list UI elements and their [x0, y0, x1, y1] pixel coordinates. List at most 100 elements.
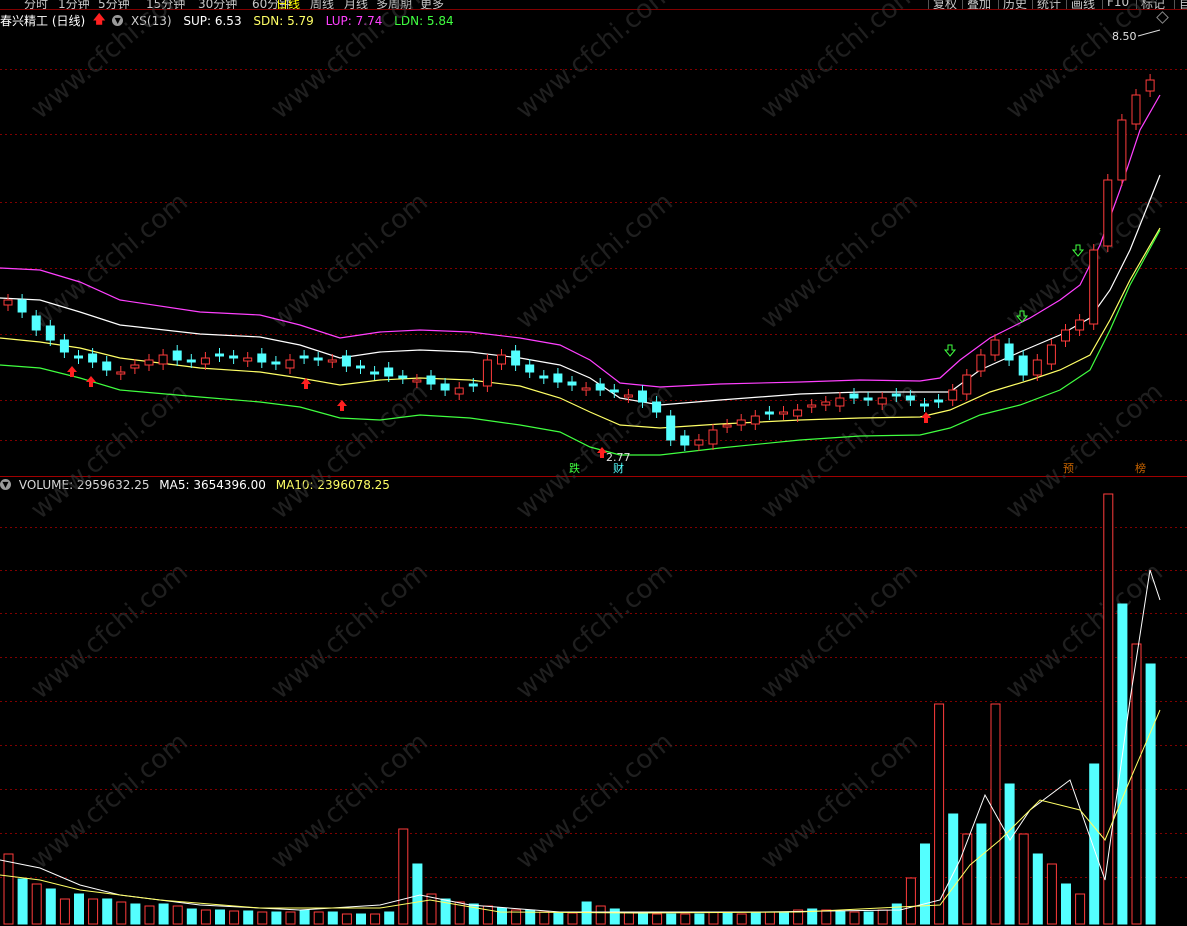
watermark-text: www.cfchi.com: [510, 0, 679, 125]
candle-body: [793, 409, 803, 417]
volume-bar: [863, 911, 874, 925]
volume-bar: [609, 908, 620, 925]
watermark-text: www.cfchi.com: [265, 0, 434, 125]
candle-body: [257, 353, 267, 363]
volume-bar: [482, 905, 493, 925]
volume-bar: [102, 898, 113, 925]
volume-bar: [920, 843, 930, 925]
candle-body: [920, 403, 929, 407]
volume-bar: [384, 911, 395, 925]
candle-body: [102, 361, 112, 371]
candle-body: [694, 439, 704, 446]
volume-bar: [962, 833, 973, 925]
candle-body: [779, 411, 788, 415]
candle-body: [299, 355, 309, 359]
candle-body: [863, 397, 873, 401]
candle-body: [186, 359, 196, 363]
volume-bar: [313, 911, 324, 925]
candle-body: [440, 383, 450, 391]
candle-body: [468, 383, 478, 387]
candle-body: [341, 355, 351, 367]
candle-body: [271, 361, 281, 365]
candle-body: [144, 359, 154, 366]
volume-bar: [257, 911, 268, 925]
candle-body: [17, 299, 27, 313]
volume-bar: [327, 911, 338, 925]
volume-bar: [595, 905, 606, 925]
volume-bar: [299, 909, 310, 925]
candle-body: [3, 299, 13, 306]
buy-arrow-icon: [86, 376, 96, 387]
volume-bar: [652, 913, 663, 925]
volume-bar: [356, 913, 366, 925]
candle-body: [976, 354, 986, 372]
candle-body: [891, 393, 901, 397]
candle-body: [1089, 249, 1099, 325]
candle-body: [313, 357, 323, 361]
candle-body: [356, 365, 365, 369]
volume-bar: [638, 912, 648, 925]
watermark-text: www.cfchi.com: [1000, 377, 1169, 525]
candle-body: [511, 350, 521, 366]
candle-body: [1061, 329, 1070, 342]
candle-body: [74, 355, 83, 359]
candle-body: [708, 429, 718, 445]
volume-bar: [45, 888, 56, 925]
watermark-text: www.cfchi.com: [265, 377, 434, 525]
volume-bar: [1145, 663, 1156, 925]
candle-body: [59, 339, 69, 353]
candle-body: [88, 353, 98, 363]
volume-bar: [1032, 853, 1043, 925]
candle-body: [525, 364, 535, 373]
volume-bar: [623, 911, 634, 925]
candle-body: [1117, 119, 1127, 181]
kline-chart[interactable]: www.cfchi.com www.cfchi.com www.cfchi.com w…: [0, 0, 1187, 926]
watermark-text: www.cfchi.com: [755, 727, 924, 875]
volume-bar: [59, 898, 70, 925]
candle-body: [990, 339, 1000, 356]
candle-body: [609, 389, 619, 393]
candle-body: [497, 354, 506, 365]
volume-bar: [200, 909, 211, 925]
watermark-text: www.cfchi.com: [755, 187, 924, 335]
candle-body: [1018, 355, 1028, 376]
volume-bar: [539, 911, 550, 925]
volume-bar: [934, 703, 945, 925]
candle-body: [877, 397, 887, 405]
volume-bar: [116, 901, 127, 925]
volume-bar: [130, 903, 141, 925]
volume-bar: [74, 893, 84, 925]
volume-bar: [1117, 603, 1128, 925]
candle-body: [680, 435, 690, 446]
volume-bar: [370, 913, 381, 925]
volume-bar: [1089, 763, 1100, 925]
candle-body: [398, 375, 408, 379]
candle-body: [116, 371, 126, 375]
volume-bar: [172, 905, 183, 925]
volume-bar: [215, 909, 225, 925]
volume-bar: [88, 898, 99, 925]
candle-body: [1032, 359, 1042, 376]
candle-body: [229, 355, 239, 359]
volume-bar: [948, 813, 959, 925]
candle-body: [1103, 179, 1113, 247]
candle-body: [215, 353, 224, 357]
candle-body: [666, 415, 676, 441]
watermark-text: www.cfchi.com: [25, 377, 194, 525]
candle-body: [1131, 94, 1141, 125]
candle-body: [1145, 79, 1155, 92]
candle-body: [539, 375, 549, 379]
candle-body: [1075, 319, 1085, 331]
watermark-text: www.cfchi.com: [25, 187, 194, 335]
candle-body: [595, 383, 605, 391]
volume-bar: [764, 911, 775, 925]
candle-body: [45, 325, 55, 341]
volume-bar: [750, 912, 761, 925]
volume-bar: [243, 910, 254, 925]
candle-body: [31, 315, 41, 331]
watermark-text: www.cfchi.com: [265, 727, 434, 875]
candle-body: [623, 394, 633, 398]
candle-body: [807, 404, 817, 408]
candle-body: [172, 350, 182, 361]
volume-bar: [708, 911, 719, 925]
